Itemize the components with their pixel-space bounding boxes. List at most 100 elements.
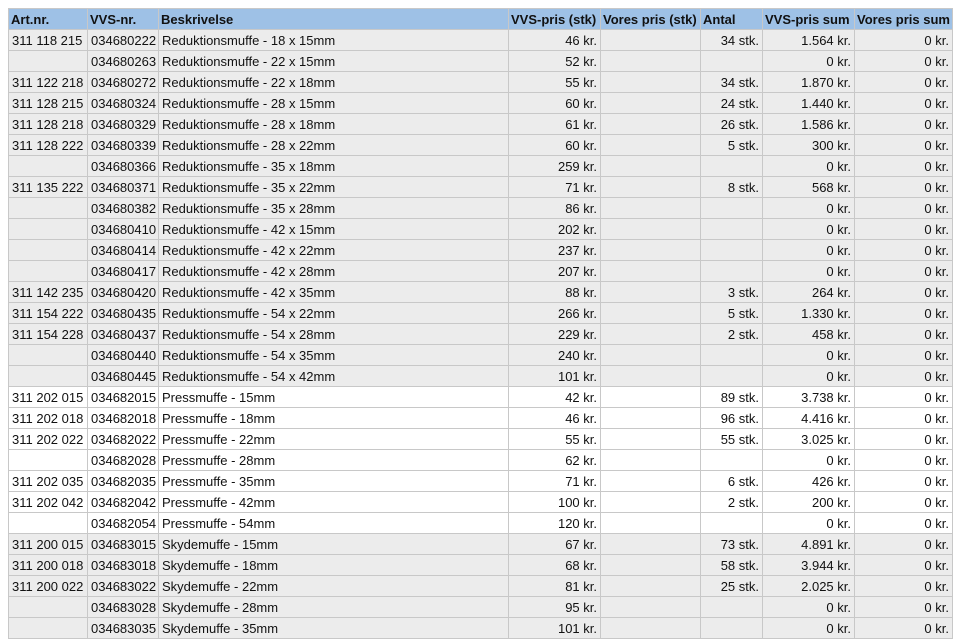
cell-art-nr (8, 50, 88, 72)
cell-vvs-price: 240 kr. (508, 344, 601, 366)
header-our-sum: Vores pris sum (854, 8, 953, 30)
table-row: 311 122 218 034680272 Reduktionsmuffe - 22… (8, 71, 953, 93)
cell-quantity (700, 512, 763, 534)
cell-vvs-price: 46 kr. (508, 407, 601, 429)
cell-description: Skydemuffe - 28mm (158, 596, 509, 618)
cell-quantity: 96 stk. (700, 407, 763, 429)
cell-description: Reduktionsmuffe - 42 x 28mm (158, 260, 509, 282)
cell-art-nr: 311 154 222 (8, 302, 88, 324)
table-row: 034683028 Skydemuffe - 28mm 95 kr. 0 kr. 0 k… (8, 596, 953, 618)
table-row: 034680366 Reduktionsmuffe - 35 x 18mm 259 … (8, 155, 953, 177)
cell-our-sum: 0 kr. (854, 575, 953, 597)
cell-quantity: 2 stk. (700, 323, 763, 345)
cell-description: Reduktionsmuffe - 28 x 18mm (158, 113, 509, 135)
cell-description: Reduktionsmuffe - 28 x 22mm (158, 134, 509, 156)
cell-our-price (600, 449, 701, 471)
cell-vvs-nr: 034680371 (87, 176, 159, 198)
cell-our-price (600, 218, 701, 240)
cell-our-sum: 0 kr. (854, 428, 953, 450)
cell-our-price (600, 428, 701, 450)
cell-vvs-nr: 034683015 (87, 533, 159, 555)
cell-vvs-nr: 034680414 (87, 239, 159, 261)
cell-vvs-price: 86 kr. (508, 197, 601, 219)
cell-our-price (600, 575, 701, 597)
cell-art-nr (8, 197, 88, 219)
cell-our-sum: 0 kr. (854, 134, 953, 156)
cell-our-price (600, 260, 701, 282)
cell-our-sum: 0 kr. (854, 470, 953, 492)
cell-vvs-price: 95 kr. (508, 596, 601, 618)
cell-quantity (700, 365, 763, 387)
cell-quantity (700, 617, 763, 639)
cell-vvs-sum: 0 kr. (762, 365, 855, 387)
header-vvs-price: VVS-pris (stk) (508, 8, 601, 30)
cell-art-nr: 311 128 218 (8, 113, 88, 135)
cell-our-price (600, 281, 701, 303)
cell-vvs-price: 71 kr. (508, 470, 601, 492)
cell-vvs-price: 202 kr. (508, 218, 601, 240)
cell-vvs-nr: 034680339 (87, 134, 159, 156)
header-our-price: Vores pris (stk) (600, 8, 701, 30)
cell-our-sum: 0 kr. (854, 71, 953, 93)
cell-vvs-price: 52 kr. (508, 50, 601, 72)
table-row: 034680263 Reduktionsmuffe - 22 x 15mm 52 k… (8, 50, 953, 72)
cell-vvs-price: 60 kr. (508, 92, 601, 114)
cell-quantity (700, 596, 763, 618)
cell-vvs-nr: 034680445 (87, 365, 159, 387)
cell-vvs-nr: 034680324 (87, 92, 159, 114)
header-quantity: Antal (700, 8, 763, 30)
cell-vvs-sum: 1.870 kr. (762, 71, 855, 93)
cell-vvs-nr: 034680366 (87, 155, 159, 177)
cell-description: Pressmuffe - 28mm (158, 449, 509, 471)
cell-vvs-price: 46 kr. (508, 29, 601, 51)
cell-our-sum: 0 kr. (854, 92, 953, 114)
table-row: 311 142 235 034680420 Reduktionsmuffe - 42… (8, 281, 953, 303)
cell-vvs-price: 259 kr. (508, 155, 601, 177)
cell-vvs-sum: 458 kr. (762, 323, 855, 345)
cell-our-sum: 0 kr. (854, 407, 953, 429)
cell-art-nr (8, 512, 88, 534)
cell-quantity: 24 stk. (700, 92, 763, 114)
cell-description: Skydemuffe - 18mm (158, 554, 509, 576)
cell-vvs-sum: 264 kr. (762, 281, 855, 303)
cell-vvs-sum: 2.025 kr. (762, 575, 855, 597)
cell-vvs-sum: 3.025 kr. (762, 428, 855, 450)
cell-our-sum: 0 kr. (854, 176, 953, 198)
cell-our-sum: 0 kr. (854, 155, 953, 177)
cell-vvs-price: 61 kr. (508, 113, 601, 135)
cell-art-nr: 311 128 215 (8, 92, 88, 114)
cell-quantity: 25 stk. (700, 575, 763, 597)
cell-vvs-price: 120 kr. (508, 512, 601, 534)
cell-vvs-price: 237 kr. (508, 239, 601, 261)
cell-vvs-nr: 034680410 (87, 218, 159, 240)
cell-art-nr: 311 202 035 (8, 470, 88, 492)
cell-our-price (600, 407, 701, 429)
cell-our-price (600, 386, 701, 408)
cell-vvs-nr: 034683028 (87, 596, 159, 618)
cell-vvs-nr: 034682018 (87, 407, 159, 429)
cell-our-sum: 0 kr. (854, 386, 953, 408)
cell-vvs-nr: 034680417 (87, 260, 159, 282)
cell-vvs-sum: 3.944 kr. (762, 554, 855, 576)
cell-description: Skydemuffe - 15mm (158, 533, 509, 555)
cell-vvs-nr: 034682042 (87, 491, 159, 513)
cell-vvs-nr: 034680420 (87, 281, 159, 303)
cell-vvs-price: 207 kr. (508, 260, 601, 282)
cell-vvs-sum: 0 kr. (762, 260, 855, 282)
cell-vvs-sum: 0 kr. (762, 155, 855, 177)
cell-vvs-sum: 1.586 kr. (762, 113, 855, 135)
table-row: 311 200 022 034683022 Skydemuffe - 22mm 81 … (8, 575, 953, 597)
cell-vvs-nr: 034680435 (87, 302, 159, 324)
cell-vvs-sum: 568 kr. (762, 176, 855, 198)
cell-quantity (700, 197, 763, 219)
cell-quantity: 34 stk. (700, 71, 763, 93)
cell-art-nr: 311 200 015 (8, 533, 88, 555)
cell-vvs-sum: 4.891 kr. (762, 533, 855, 555)
cell-description: Pressmuffe - 15mm (158, 386, 509, 408)
cell-art-nr: 311 118 215 (8, 29, 88, 51)
cell-our-sum: 0 kr. (854, 218, 953, 240)
cell-description: Reduktionsmuffe - 54 x 35mm (158, 344, 509, 366)
cell-quantity: 73 stk. (700, 533, 763, 555)
cell-our-price (600, 302, 701, 324)
cell-vvs-sum: 0 kr. (762, 218, 855, 240)
